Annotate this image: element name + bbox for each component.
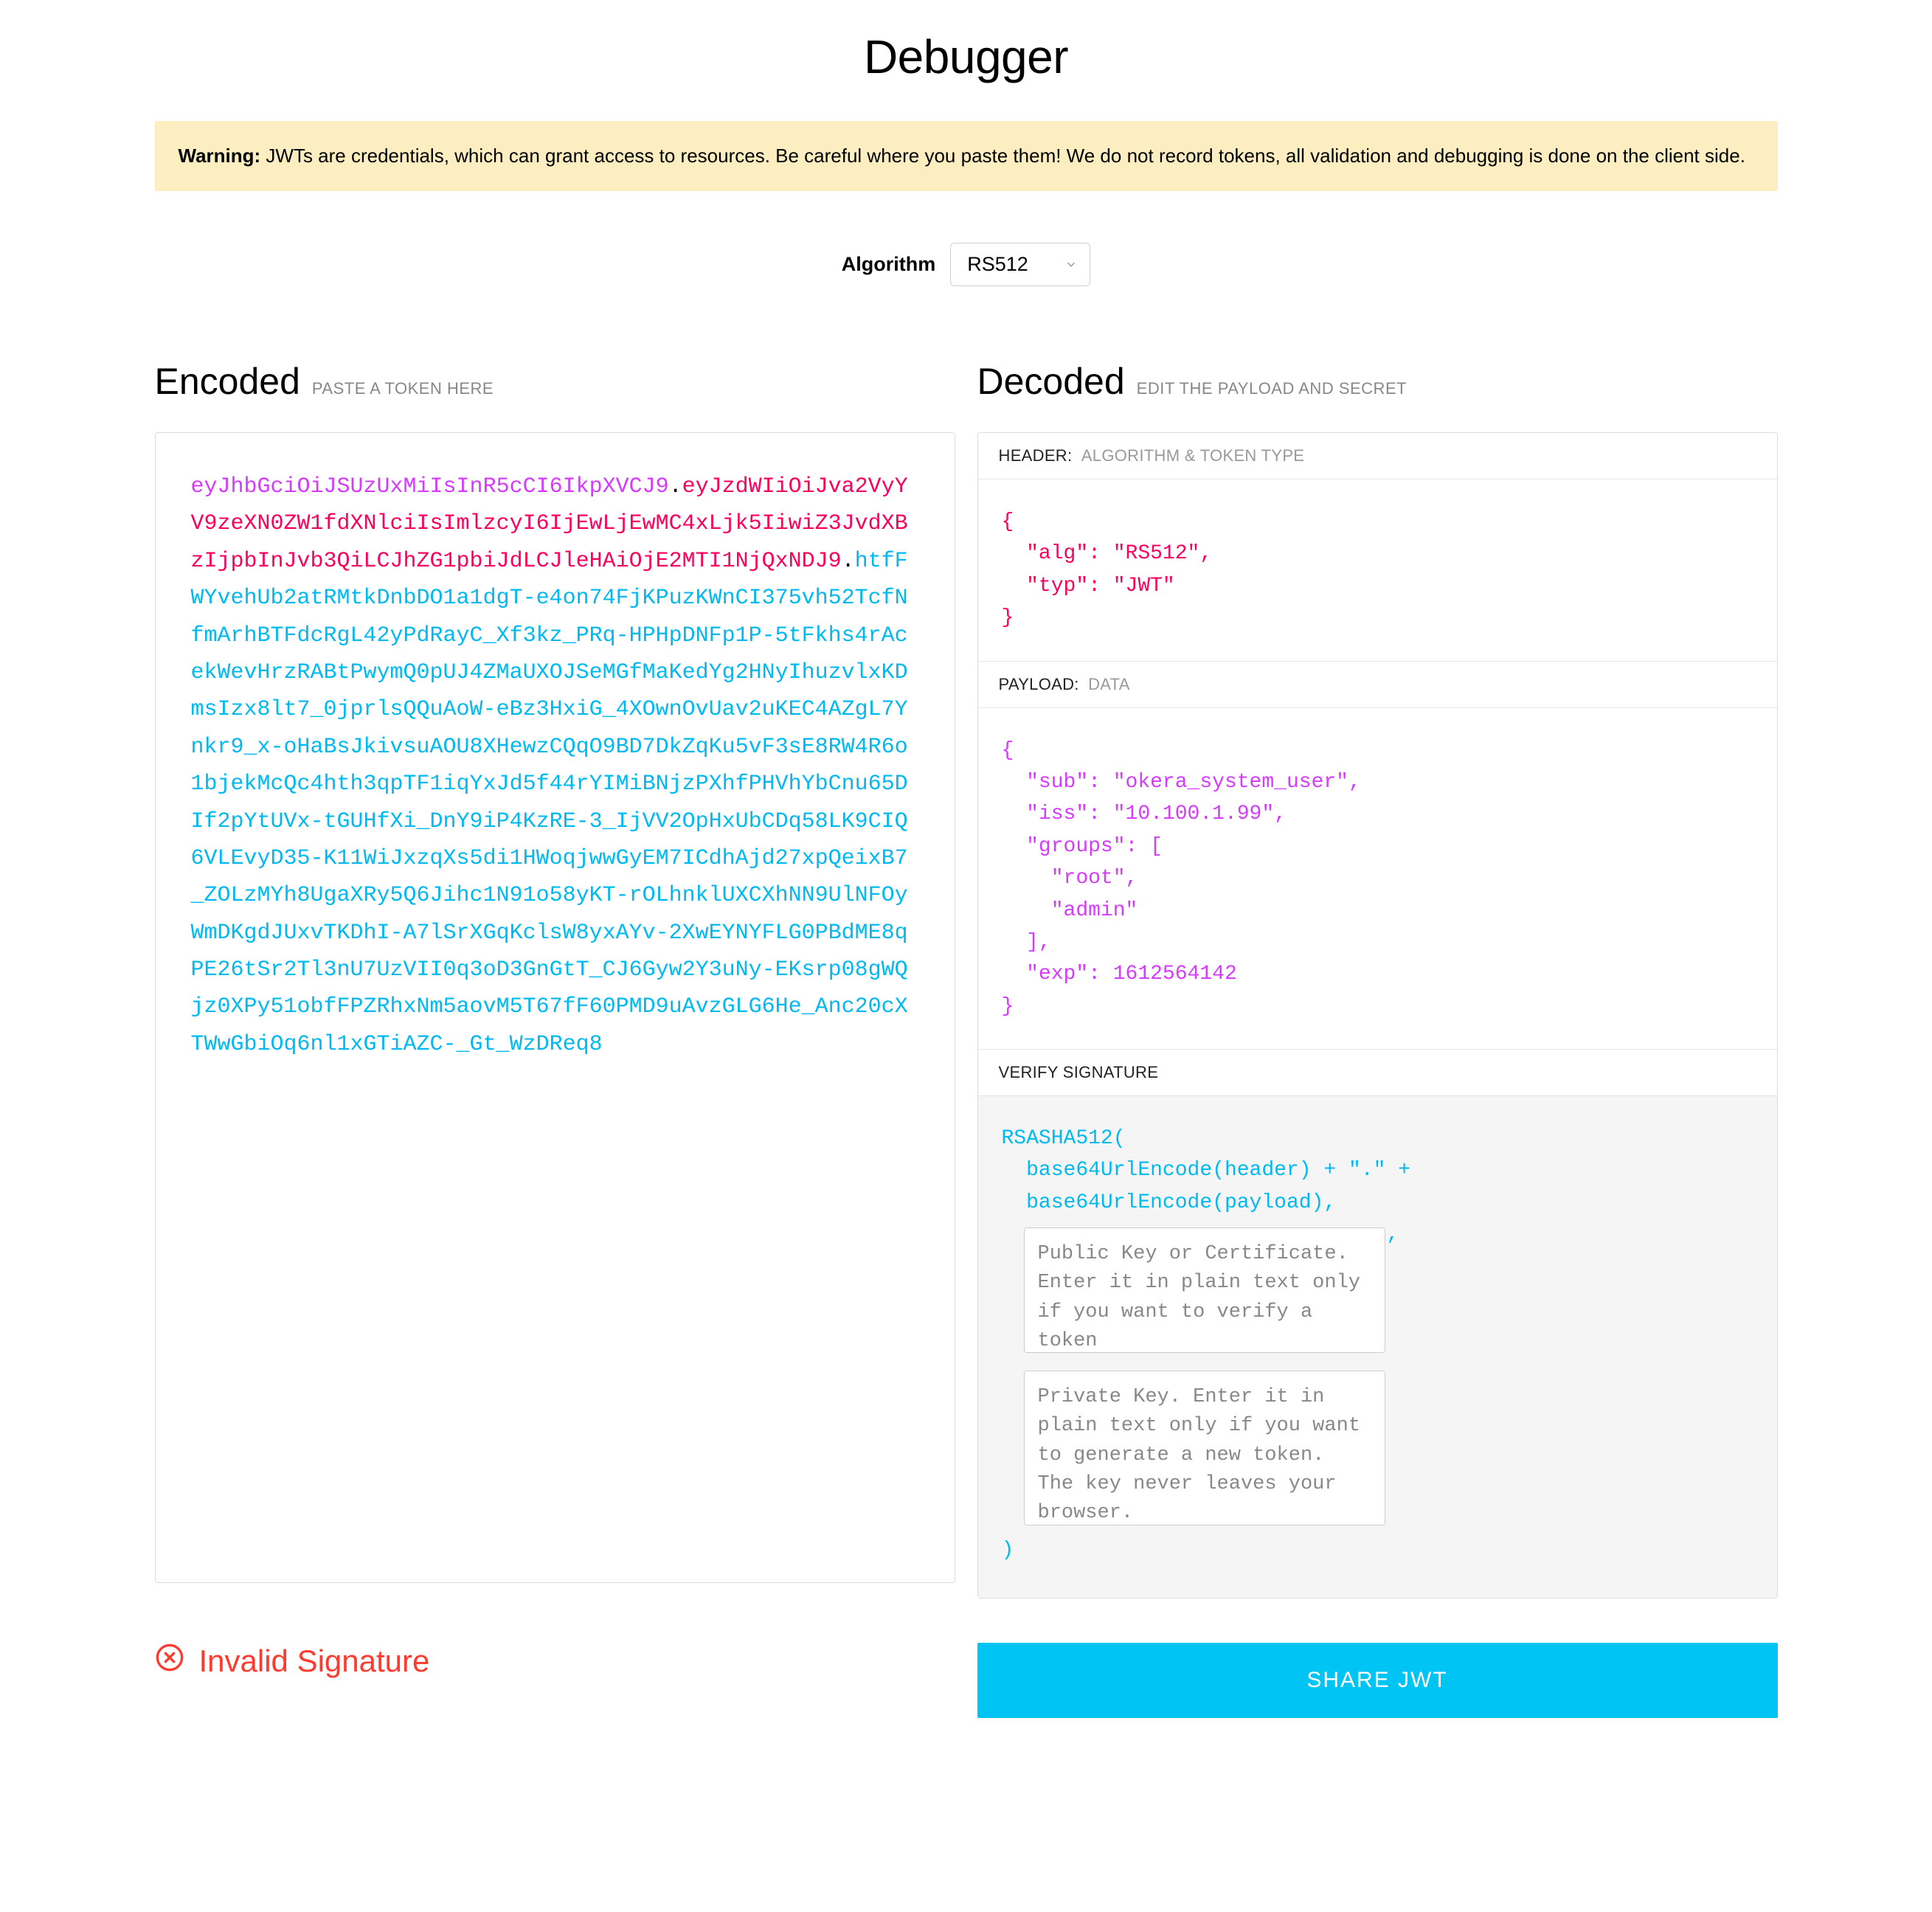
- payload-section-label: PAYLOAD: DATA: [978, 661, 1777, 708]
- algorithm-selected-value: RS512: [967, 253, 1028, 275]
- encoded-token-input[interactable]: eyJhbGciOiJSUzUxMiIsInR5cCI6IkpXVCJ9.eyJ…: [155, 432, 955, 1583]
- signature-status: Invalid Signature: [155, 1643, 955, 1680]
- error-icon: [155, 1643, 184, 1680]
- signature-line-1: base64UrlEncode(header) + "." +: [1002, 1154, 1753, 1186]
- jwt-signature-segment: htfFWYvehUb2atRMtkDnbDO1a1dgT-e4on74FjKP…: [191, 549, 908, 1057]
- encoded-title: Encoded: [155, 360, 300, 403]
- decoded-subtitle: Edit the payload and secret: [1137, 379, 1407, 398]
- page-title: Debugger: [155, 30, 1778, 84]
- jwt-header-segment: eyJhbGciOiJSUzUxMiIsInR5cCI6IkpXVCJ9: [191, 474, 669, 499]
- algorithm-label: Algorithm: [842, 253, 936, 276]
- public-key-input[interactable]: [1024, 1227, 1385, 1353]
- decoded-title: Decoded: [977, 360, 1125, 403]
- warning-banner: Warning: JWTs are credentials, which can…: [155, 121, 1778, 191]
- algorithm-row: Algorithm RS512: [155, 243, 1778, 286]
- share-jwt-button[interactable]: SHARE JWT: [977, 1643, 1778, 1718]
- signature-fn-close: ): [1002, 1534, 1753, 1566]
- signature-status-text: Invalid Signature: [199, 1643, 430, 1679]
- signature-body: RSASHA512( base64UrlEncode(header) + "."…: [978, 1096, 1777, 1598]
- payload-json[interactable]: { "sub": "okera_system_user", "iss": "10…: [978, 708, 1777, 1050]
- algorithm-select[interactable]: RS512: [950, 243, 1090, 286]
- encoded-column: Encoded Paste a token here eyJhbGciOiJSU…: [155, 360, 955, 1598]
- warning-text: JWTs are credentials, which can grant ac…: [260, 145, 1745, 167]
- warning-label: Warning:: [179, 145, 261, 167]
- chevron-down-icon: [1064, 253, 1078, 276]
- header-json[interactable]: { "alg": "RS512", "typ": "JWT" }: [978, 479, 1777, 661]
- signature-section-label: VERIFY SIGNATURE: [978, 1049, 1777, 1096]
- signature-fn-open: RSASHA512(: [1002, 1123, 1753, 1154]
- encoded-subtitle: Paste a token here: [312, 379, 494, 398]
- private-key-input[interactable]: [1024, 1371, 1385, 1525]
- header-section-label: HEADER: ALGORITHM & TOKEN TYPE: [978, 433, 1777, 479]
- signature-line-2: base64UrlEncode(payload),: [1002, 1187, 1753, 1219]
- decoded-panel: HEADER: ALGORITHM & TOKEN TYPE { "alg": …: [977, 432, 1778, 1598]
- decoded-column: Decoded Edit the payload and secret HEAD…: [977, 360, 1778, 1598]
